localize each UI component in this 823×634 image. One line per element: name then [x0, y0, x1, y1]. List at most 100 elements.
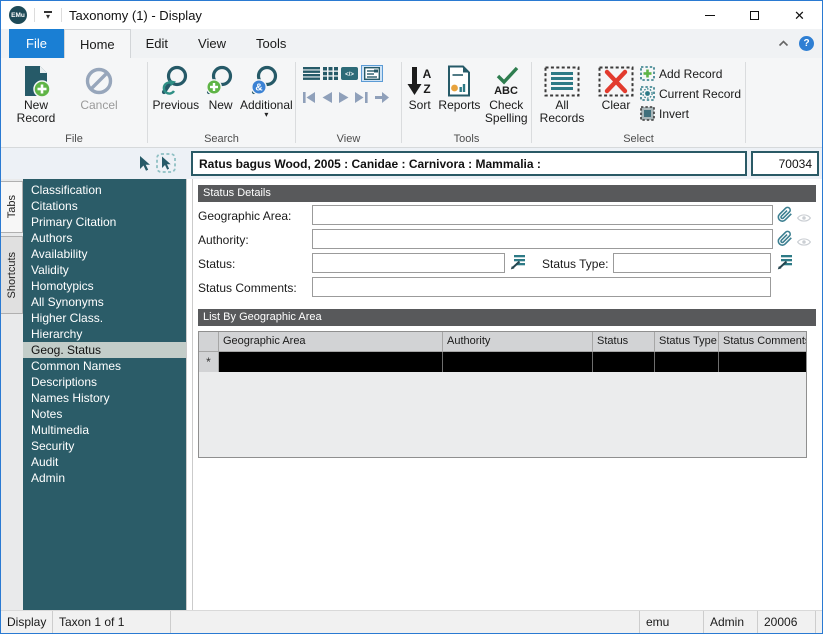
collapse-ribbon-button[interactable]: [778, 40, 789, 47]
status-comments-field[interactable]: [312, 277, 771, 297]
tab-edit[interactable]: Edit: [131, 29, 183, 58]
grid-cell[interactable]: [593, 352, 655, 372]
sidebar-item-multimedia[interactable]: Multimedia: [23, 422, 186, 438]
grid-cell[interactable]: [719, 352, 806, 372]
tab-home[interactable]: Home: [63, 29, 131, 58]
previous-search-button[interactable]: Previous: [148, 58, 204, 112]
group-label-file: File: [65, 133, 83, 145]
status-field[interactable]: [312, 253, 505, 273]
current-record-label: Current Record: [659, 86, 742, 101]
view-attachment-button-disabled: [796, 210, 812, 228]
close-button[interactable]: ✕: [777, 1, 822, 29]
new-record-button[interactable]: New Record: [1, 58, 71, 125]
sidebar-item-names-history[interactable]: Names History: [23, 390, 186, 406]
add-record-label: Add Record: [659, 66, 723, 81]
grid-col-status-type[interactable]: Status Type: [655, 332, 719, 351]
first-record-button[interactable]: [302, 91, 317, 104]
current-record-button[interactable]: Current Record: [640, 86, 744, 101]
grid-col-geographic-area[interactable]: Geographic Area: [219, 332, 443, 351]
authority-field[interactable]: [312, 229, 773, 249]
list-view-button[interactable]: [303, 67, 320, 80]
group-label-view: View: [336, 133, 361, 145]
sidebar-item-authors[interactable]: Authors: [23, 230, 186, 246]
new-search-button[interactable]: New: [204, 58, 238, 112]
sidebar-item-primary-citation[interactable]: Primary Citation: [23, 214, 186, 230]
mode-indicator: Display: [1, 611, 53, 633]
next-record-button[interactable]: [337, 91, 351, 104]
help-button[interactable]: ?: [799, 36, 814, 51]
quick-access-dropdown[interactable]: ▾: [42, 10, 54, 20]
sidebar-item-hierarchy[interactable]: Hierarchy: [23, 326, 186, 342]
maximize-button[interactable]: [732, 1, 777, 29]
check-spelling-button[interactable]: ABC Check Spelling: [482, 58, 531, 125]
previous-record-button[interactable]: [320, 91, 334, 104]
sidebar-item-admin[interactable]: Admin: [23, 470, 186, 486]
all-records-button[interactable]: All Records: [532, 58, 592, 125]
grid-col-status[interactable]: Status: [593, 332, 655, 351]
status-type-field[interactable]: [613, 253, 771, 273]
sidebar-item-notes[interactable]: Notes: [23, 406, 186, 422]
status-lookup-button[interactable]: [510, 253, 526, 275]
record-position-indicator: Taxon 1 of 1: [53, 611, 171, 633]
status-type-label: Status Type:: [542, 257, 609, 271]
additional-search-button[interactable]: & Additional ▾: [238, 58, 295, 119]
invert-selection-button[interactable]: Invert: [640, 106, 744, 121]
page-view-button[interactable]: </>: [341, 67, 358, 80]
grid-col-authority[interactable]: Authority: [443, 332, 593, 351]
sidebar-item-all-synonyms[interactable]: All Synonyms: [23, 294, 186, 310]
goto-record-button[interactable]: [374, 91, 390, 104]
tab-file[interactable]: File: [9, 29, 64, 58]
invert-label: Invert: [659, 106, 690, 121]
sidebar-item-geog-status-selected[interactable]: Geog. Status: [23, 342, 186, 358]
grid-new-row-selected[interactable]: *: [199, 352, 806, 372]
sidebar-item-audit[interactable]: Audit: [23, 454, 186, 470]
add-record-button[interactable]: Add Record: [640, 66, 744, 81]
details-view-button-selected[interactable]: [361, 65, 383, 82]
tab-view[interactable]: View: [183, 29, 241, 58]
tab-tools[interactable]: Tools: [241, 29, 301, 58]
sidebar-item-common-names[interactable]: Common Names: [23, 358, 186, 374]
authority-label: Authority:: [198, 233, 249, 247]
attach-button[interactable]: [777, 230, 793, 252]
new-search-label: New: [208, 98, 233, 112]
group-label-tools: Tools: [453, 133, 480, 145]
minimize-button[interactable]: [687, 1, 732, 29]
sidebar-item-security[interactable]: Security: [23, 438, 186, 454]
clear-selection-button[interactable]: Clear: [592, 58, 640, 112]
sidebar-item-validity[interactable]: Validity: [23, 262, 186, 278]
lookup-list-icon: [777, 255, 792, 270]
sort-button[interactable]: A Z Sort: [402, 58, 437, 112]
vertical-tab-shortcuts[interactable]: Shortcuts: [1, 236, 23, 314]
ribbon-group-view: </> View: [296, 58, 401, 147]
select-pointer-button[interactable]: [136, 155, 152, 177]
reports-button[interactable]: Reports: [437, 58, 481, 112]
sidebar-item-descriptions[interactable]: Descriptions: [23, 374, 186, 390]
attach-button[interactable]: [777, 206, 793, 228]
grid-cell[interactable]: [443, 352, 593, 372]
select-region-button[interactable]: [156, 153, 176, 178]
grid-cell[interactable]: [219, 352, 443, 372]
sidebar-item-availability[interactable]: Availability: [23, 246, 186, 262]
cancel-icon: [85, 67, 113, 95]
paperclip-icon: [777, 206, 792, 222]
status-type-lookup-button[interactable]: [777, 253, 793, 275]
contact-sheet-view-button[interactable]: [323, 67, 338, 80]
grid-row-selector-header: [199, 332, 219, 351]
grid-col-status-comments[interactable]: Status Comments: [719, 332, 806, 351]
ribbon: New Record Cancel File Previous New & Ad…: [1, 58, 822, 148]
sidebar-item-classification[interactable]: Classification: [23, 182, 186, 198]
grid-cell[interactable]: [655, 352, 719, 372]
module-tab-list: Classification Citations Primary Citatio…: [23, 179, 186, 610]
vertical-tab-tabs[interactable]: Tabs: [1, 181, 23, 233]
sidebar-item-higher-class[interactable]: Higher Class.: [23, 310, 186, 326]
splitter[interactable]: [186, 179, 193, 610]
last-record-button[interactable]: [354, 91, 369, 104]
status-details-header: Status Details: [198, 185, 816, 202]
sort-icon: A Z: [407, 67, 431, 96]
geographic-area-field[interactable]: [312, 205, 773, 225]
cancel-button[interactable]: Cancel: [71, 58, 127, 112]
sidebar-item-citations[interactable]: Citations: [23, 198, 186, 214]
divider: [34, 8, 35, 22]
sidebar-item-homotypics[interactable]: Homotypics: [23, 278, 186, 294]
status-bar: Display Taxon 1 of 1 emu Admin 20006: [1, 610, 822, 633]
